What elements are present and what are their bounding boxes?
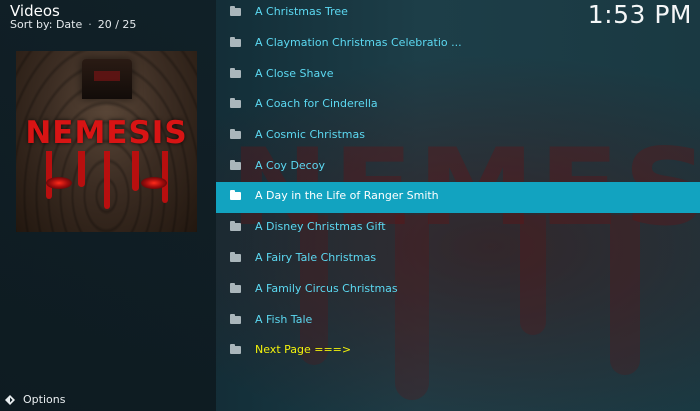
poster-drip — [46, 151, 52, 199]
poster-eye-right — [141, 177, 167, 189]
list-item-label: A Day in the Life of Ranger Smith — [255, 189, 439, 202]
separator: · — [88, 18, 92, 31]
list-item[interactable]: A Cosmic Christmas — [216, 121, 700, 152]
list-item-label: A Disney Christmas Gift — [255, 220, 386, 233]
list-item-label: A Coach for Cinderella — [255, 97, 378, 110]
poster-drip — [104, 151, 110, 209]
list-item[interactable]: A Coach for Cinderella — [216, 90, 700, 121]
sort-info: Sort by: Date · 20 / 25 — [10, 18, 136, 31]
list-item[interactable]: A Family Circus Christmas — [216, 275, 700, 306]
poster-drip — [78, 151, 85, 187]
sort-label: Sort by: Date — [10, 18, 83, 31]
clock: 1:53 PM — [587, 0, 692, 29]
item-position: 20 / 25 — [97, 18, 137, 31]
folder-icon — [230, 68, 241, 78]
folder-icon — [230, 6, 241, 16]
options-button[interactable]: Options — [0, 389, 216, 411]
video-list: A Christmas Tree A Claymation Christmas … — [216, 0, 700, 368]
poster-drip — [162, 151, 168, 203]
next-page-label: Next Page ===> — [255, 343, 352, 356]
list-item[interactable]: A Coy Decoy — [216, 152, 700, 183]
next-page-item[interactable]: Next Page ===> — [216, 336, 700, 367]
list-item-label: A Cosmic Christmas — [255, 128, 365, 141]
poster-title: NEMESIS — [25, 115, 188, 151]
poster-doorway-light — [94, 71, 120, 81]
poster-drip — [132, 151, 139, 191]
list-item-label: A Family Circus Christmas — [255, 282, 398, 295]
folder-icon — [230, 344, 241, 354]
poster-eye-left — [46, 177, 72, 189]
folder-icon — [230, 221, 241, 231]
folder-icon — [230, 98, 241, 108]
folder-icon — [230, 129, 241, 139]
list-item[interactable]: A Claymation Christmas Celebratio ... — [216, 29, 700, 60]
options-label: Options — [23, 393, 66, 406]
poster-art: NEMESIS — [16, 51, 197, 232]
list-item-label: A Fairy Tale Christmas — [255, 251, 377, 264]
folder-icon — [230, 37, 241, 47]
list-item-label: A Coy Decoy — [255, 159, 325, 172]
folder-icon — [230, 252, 241, 262]
list-item-label: A Close Shave — [255, 67, 334, 80]
folder-icon — [230, 283, 241, 293]
list-item-selected[interactable]: A Day in the Life of Ranger Smith — [216, 182, 700, 213]
list-item-label: A Christmas Tree — [255, 5, 348, 18]
left-panel: Videos Sort by: Date · 20 / 25 NEMESIS — [0, 0, 216, 411]
folder-icon — [230, 160, 241, 170]
list-item-label: A Claymation Christmas Celebratio ... — [255, 36, 462, 49]
list-item[interactable]: A Disney Christmas Gift — [216, 213, 700, 244]
list-item-label: A Fish Tale — [255, 313, 313, 326]
list-item[interactable]: A Fairy Tale Christmas — [216, 244, 700, 275]
folder-icon — [230, 314, 241, 324]
list-item[interactable]: A Close Shave — [216, 60, 700, 91]
folder-icon — [230, 190, 241, 200]
list-item[interactable]: A Fish Tale — [216, 306, 700, 337]
options-icon — [5, 395, 15, 405]
